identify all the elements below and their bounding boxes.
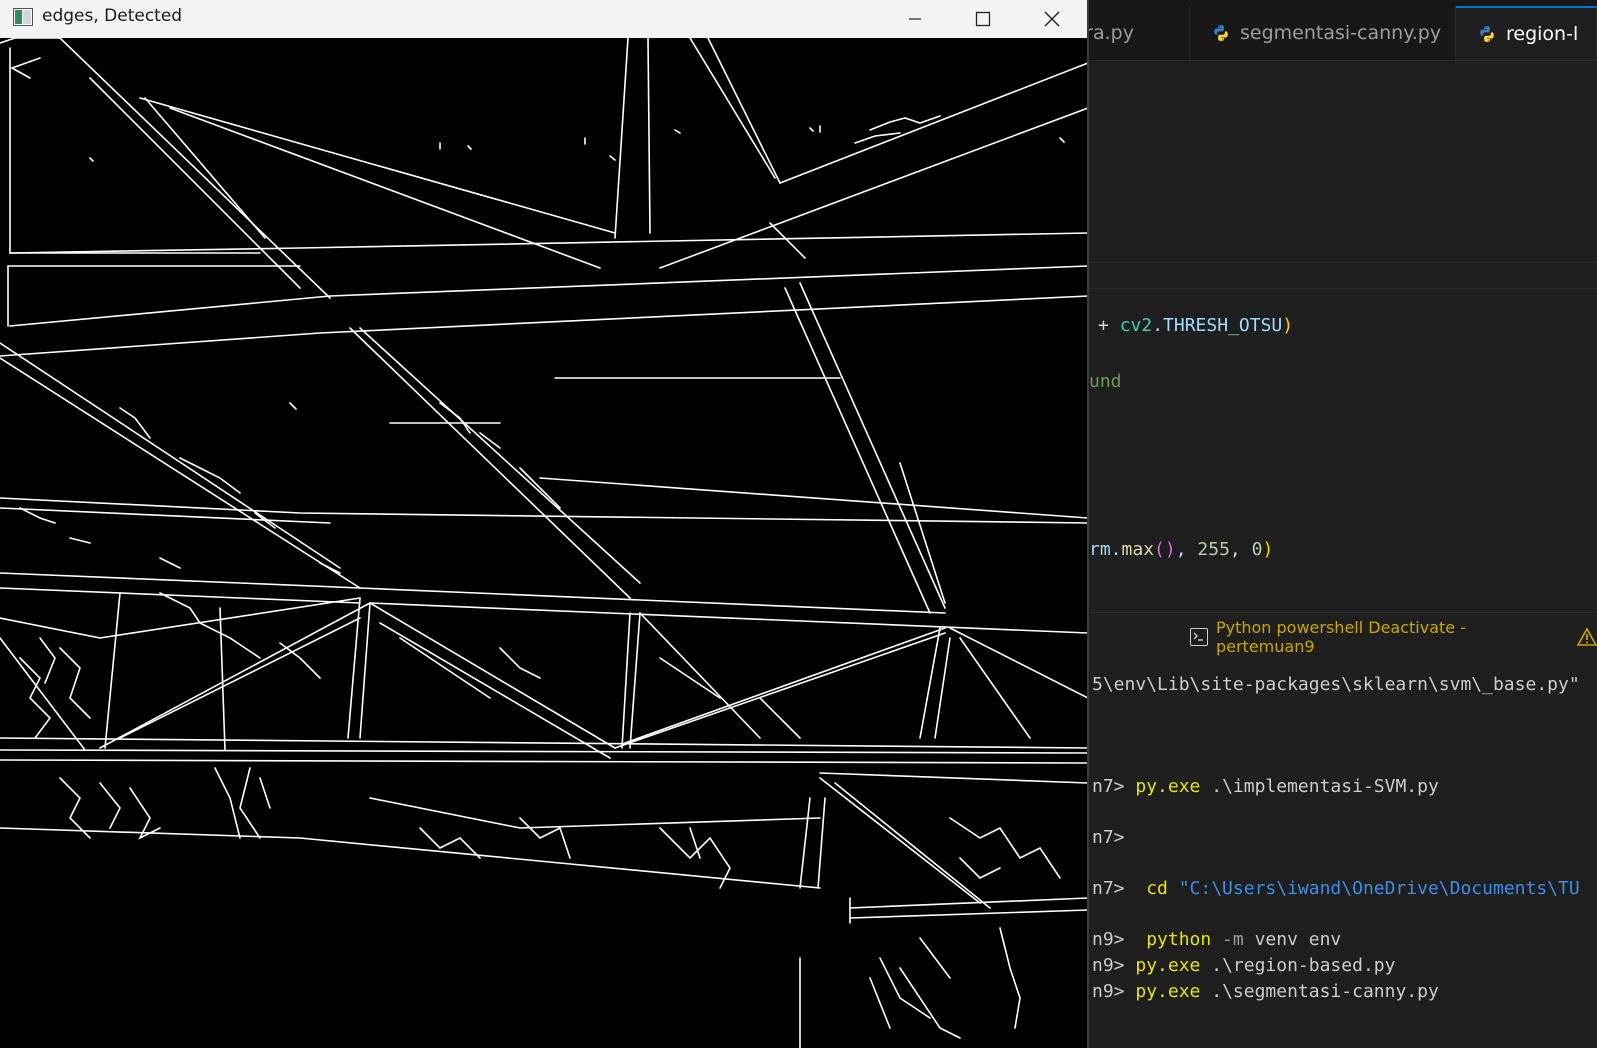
close-button[interactable]	[1018, 0, 1086, 38]
code-line[interactable]: und	[1089, 371, 1122, 392]
terminal-text: 5\env\Lib\site-packages\sklearn\svm\_bas…	[1092, 674, 1580, 695]
warning-icon[interactable]	[1577, 627, 1597, 647]
tab-label: segmentasi-canny.py	[1240, 22, 1442, 44]
terminal-prompt: n7>	[1092, 827, 1125, 848]
terminal-line: n9> py.exe .\region-based.py	[1092, 955, 1395, 976]
window-titlebar[interactable]: edges, Detected	[0, 0, 1088, 38]
terminal-command: py.exe	[1135, 776, 1201, 797]
close-icon	[1044, 11, 1060, 27]
terminal-prompt: n9>	[1092, 981, 1136, 1002]
code-token: 255	[1197, 539, 1230, 560]
terminal-prompt: n7>	[1092, 878, 1147, 899]
terminal-arg: .\region-based.py	[1200, 955, 1396, 976]
maximize-button[interactable]	[949, 0, 1017, 38]
code-line[interactable]: + cv2.THRESH_OTSU)	[1098, 315, 1293, 336]
code-token: )	[1282, 315, 1294, 336]
terminal-line: n9> py.exe .\segmentasi-canny.py	[1092, 981, 1439, 1002]
panel-divider	[1089, 612, 1597, 613]
code-token: .	[1152, 315, 1164, 336]
terminal-arg: .\segmentasi-canny.py	[1200, 981, 1439, 1002]
tab-region-based[interactable]: region-l	[1456, 6, 1597, 60]
window-title: edges, Detected	[42, 6, 183, 26]
python-icon	[1480, 26, 1494, 42]
terminal-icon	[1190, 628, 1208, 646]
terminal-header[interactable]: Python powershell Deactivate - pertemuan…	[1190, 618, 1597, 656]
terminal-arg: venv env	[1243, 929, 1342, 950]
code-token: )	[1262, 539, 1274, 560]
code-token: rm.	[1089, 539, 1122, 560]
edges-window[interactable]: edges, Detected	[0, 0, 1088, 1048]
terminal-command: py.exe	[1135, 955, 1201, 976]
code-token: +	[1098, 315, 1120, 336]
code-token: THRESH_OTSU	[1163, 315, 1283, 336]
code-token: 0	[1251, 539, 1263, 560]
terminal-line: n7> cd "C:\Users\iwand\OneDrive\Document…	[1092, 878, 1580, 899]
terminal-line: n9> python -m venv env	[1092, 929, 1341, 950]
code-token: ,	[1229, 539, 1252, 560]
window-border	[1087, 0, 1089, 1048]
terminal-command: cd	[1146, 878, 1168, 899]
app-icon	[13, 8, 33, 26]
code-comment: und	[1089, 371, 1122, 392]
terminal-title: Python powershell Deactivate - pertemuan…	[1215, 618, 1466, 656]
terminal-prompt: n9>	[1092, 955, 1136, 976]
terminal-arg: "C:\Users\iwand\OneDrive\Documents\TU	[1167, 878, 1580, 899]
code-token: ()	[1154, 539, 1176, 560]
terminal-arg: .\implementasi-SVM.py	[1200, 776, 1439, 797]
code-line[interactable]: rm.max(), 255, 0)	[1089, 539, 1273, 560]
python-icon	[1214, 25, 1228, 41]
minimize-button[interactable]	[881, 0, 949, 38]
terminal-prompt: n7>	[1092, 776, 1136, 797]
tab-segmentasi-canny[interactable]: segmentasi-canny.py	[1190, 6, 1456, 60]
terminal-line: n7>	[1092, 827, 1125, 848]
terminal-line: n7> py.exe .\implementasi-SVM.py	[1092, 776, 1439, 797]
terminal-command: py.exe	[1135, 981, 1201, 1002]
editor-divider	[1089, 262, 1597, 263]
minimize-icon	[909, 18, 921, 20]
terminal-line: 5\env\Lib\site-packages\sklearn\svm\_bas…	[1092, 674, 1580, 695]
terminal-flag: -m	[1211, 929, 1244, 950]
code-token: cv2	[1119, 315, 1153, 336]
code-token: ,	[1175, 539, 1198, 560]
edge-detection-image	[0, 38, 1088, 1048]
editor-divider	[1089, 288, 1597, 289]
terminal-prompt: n9>	[1092, 929, 1147, 950]
code-token: max	[1121, 539, 1155, 560]
terminal-command: python	[1146, 929, 1212, 950]
maximize-icon	[975, 11, 991, 27]
tab-label: region-l	[1506, 23, 1579, 45]
